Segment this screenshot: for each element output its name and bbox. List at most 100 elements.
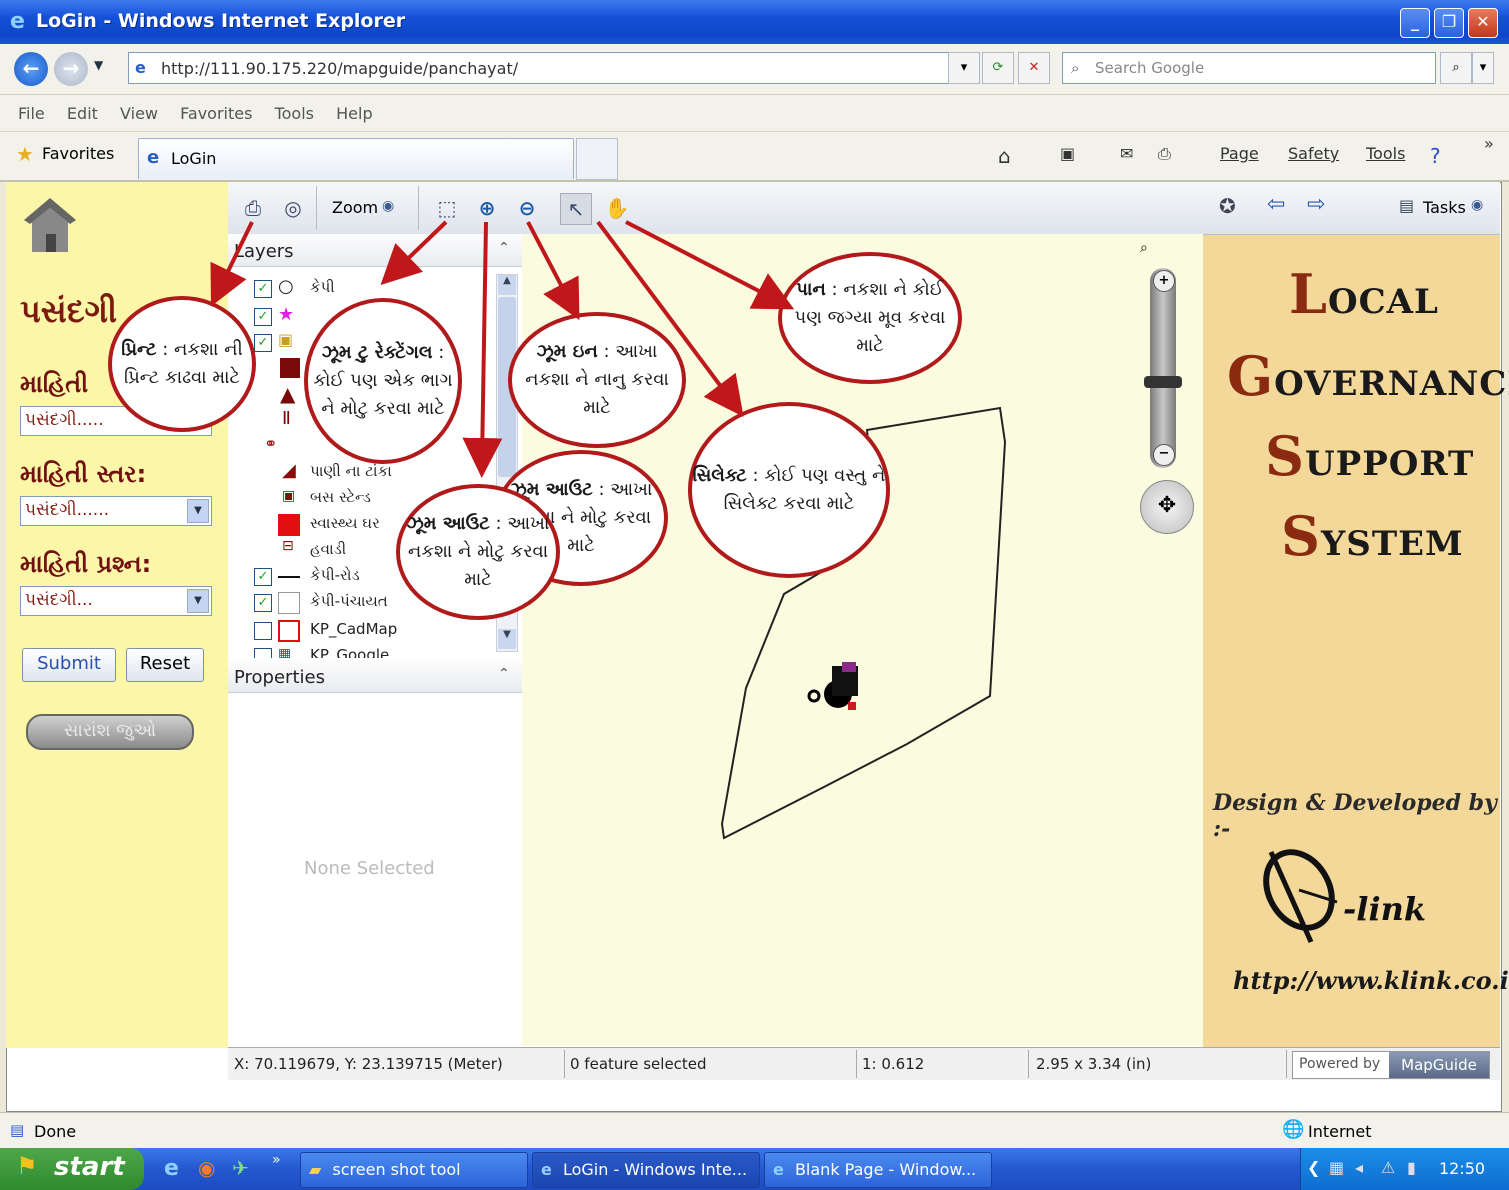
ie-quicklaunch-icon[interactable]: e <box>164 1156 179 1181</box>
chevron-down-icon[interactable]: ▼ <box>187 589 209 613</box>
restore-button[interactable]: ❐ <box>1434 8 1464 38</box>
search-button[interactable]: ⌕ <box>1440 52 1472 84</box>
zoom-menu[interactable]: Zoom <box>332 198 378 217</box>
layer-checkbox[interactable] <box>254 648 272 658</box>
zoom-minus-icon[interactable]: − <box>1153 444 1175 466</box>
info-query-select[interactable]: પસંદગી... ▼ <box>20 586 212 616</box>
zoom-dropdown-icon[interactable]: ◉ <box>382 198 394 214</box>
submit-button[interactable]: Submit <box>22 648 116 682</box>
zoom-plus-icon[interactable]: + <box>1153 270 1175 292</box>
zoom-thumb[interactable] <box>1144 376 1182 388</box>
layer-label: બસ સ્ટેન્ડ <box>310 488 371 506</box>
firefox-quicklaunch-icon[interactable]: ◉ <box>198 1156 215 1180</box>
zoom-track[interactable] <box>1150 268 1176 468</box>
target-icon[interactable]: ◎ <box>278 193 308 223</box>
page-menu[interactable]: Page <box>1220 144 1259 163</box>
menu-favorites[interactable]: Favorites <box>180 104 252 123</box>
security-icon[interactable]: ⚠ <box>1381 1158 1395 1177</box>
summary-button[interactable]: સારાંશ જુઓ <box>26 714 194 750</box>
klink-url[interactable]: http://www.klink.co.in <box>1233 966 1509 995</box>
layer-checkbox[interactable] <box>254 622 272 640</box>
usb-icon[interactable]: ▮ <box>1407 1158 1416 1177</box>
collapse-icon[interactable]: ⌃ <box>498 666 510 682</box>
menu-help[interactable]: Help <box>336 104 372 123</box>
search-icon[interactable]: ⌕ <box>1140 240 1148 256</box>
print-icon[interactable]: ⎙ <box>1158 144 1171 164</box>
tasks-dropdown-icon[interactable]: ◉ <box>1471 197 1483 213</box>
taskbar-item-screenshot[interactable]: ▰ screen shot tool <box>300 1152 528 1188</box>
new-tab-button[interactable] <box>576 138 618 180</box>
layer-row[interactable]: KP_CadMap <box>254 618 494 644</box>
layer-checkbox[interactable]: ✓ <box>254 568 272 586</box>
favorites-button[interactable]: Favorites <box>42 144 114 163</box>
start-label: start <box>54 1152 125 1182</box>
chevron-more-icon[interactable]: » <box>1484 134 1494 153</box>
zoom-out-icon[interactable]: ⊖ <box>512 193 542 223</box>
layer-row[interactable]: ◢ પાણી ના ટાંકા <box>254 460 494 486</box>
search-options-button[interactable]: ▾ <box>1472 52 1494 84</box>
forward-arrow-icon[interactable]: ⇨ <box>1307 192 1325 217</box>
zoom-in-icon[interactable]: ⊕ <box>472 193 502 223</box>
zoom-slider[interactable]: ⌕ + − ✥ <box>1136 240 1194 536</box>
layer-checkbox[interactable]: ✓ <box>254 334 272 352</box>
back-arrow-icon[interactable]: ⇦ <box>1267 192 1285 217</box>
address-dropdown-button[interactable]: ▾ <box>948 52 980 84</box>
clock[interactable]: 12:50 <box>1439 1159 1485 1178</box>
stop-button[interactable]: ✕ <box>1018 52 1050 84</box>
taskbar-item-label: LoGin - Windows Inte... <box>562 1160 748 1179</box>
history-dropdown-icon[interactable]: ▼ <box>94 58 103 72</box>
layer-symbol <box>280 358 300 378</box>
pan-hand-icon[interactable]: ✋ <box>602 193 632 223</box>
browser-tab[interactable]: e LoGin <box>138 138 574 179</box>
address-url: http://111.90.175.220/mapguide/panchayat… <box>161 59 519 78</box>
minimize-button[interactable]: _ <box>1400 8 1430 38</box>
pan-arrows-icon[interactable]: ✥ <box>1140 480 1194 534</box>
taskbar-item-login[interactable]: e LoGin - Windows Inte... <box>532 1152 760 1188</box>
tray-expand-icon[interactable]: ❮ <box>1307 1158 1320 1177</box>
menu-view[interactable]: View <box>120 104 158 123</box>
help-icon[interactable]: ? <box>1430 144 1441 168</box>
scroll-down-icon[interactable]: ▼ <box>498 629 516 649</box>
menu-tools[interactable]: Tools <box>275 104 314 123</box>
print-tool-icon[interactable]: ⎙ <box>238 193 268 223</box>
home-icon[interactable]: ⌂ <box>998 144 1011 168</box>
forward-button[interactable]: → <box>54 52 88 86</box>
address-input[interactable]: e http://111.90.175.220/mapguide/panchay… <box>128 52 975 84</box>
safety-menu[interactable]: Safety <box>1288 144 1339 163</box>
refresh-button[interactable]: ⟳ <box>982 52 1014 84</box>
reset-button[interactable]: Reset <box>126 648 204 682</box>
info-layer-select[interactable]: પસંદગી...... ▼ <box>20 496 212 526</box>
start-button[interactable]: ⚑ start <box>0 1148 144 1190</box>
map-scale: 1: 0.612 <box>862 1055 925 1073</box>
menu-file[interactable]: File <box>18 104 45 123</box>
close-button[interactable]: ✕ <box>1468 8 1498 38</box>
quicklaunch-more-icon[interactable]: » <box>272 1152 281 1168</box>
chevron-down-icon[interactable]: ▼ <box>187 499 209 523</box>
folder-icon: ▰ <box>309 1160 322 1179</box>
select-pointer-icon[interactable]: ↖ <box>560 193 592 225</box>
tools-menu[interactable]: Tools <box>1366 144 1405 163</box>
tasks-menu[interactable]: Tasks <box>1423 198 1466 217</box>
volume-icon[interactable]: ◂ <box>1355 1158 1363 1177</box>
map-view[interactable]: ઝૂમ આઉટ : આખા નકશા ને મોટુ કરવા માટે ઝૂમ… <box>494 234 1203 1046</box>
scroll-up-icon[interactable]: ▲ <box>498 275 516 295</box>
feeds-icon[interactable]: ▣ <box>1060 144 1075 163</box>
search-input[interactable]: ⌕ Search Google <box>1062 52 1436 84</box>
back-button[interactable]: ← <box>14 52 48 86</box>
app-quicklaunch-icon[interactable]: ✈ <box>232 1156 249 1180</box>
network-icon[interactable]: ▦ <box>1329 1158 1344 1177</box>
powered-by-badge[interactable]: Powered by MapGuide <box>1292 1051 1490 1079</box>
layer-row[interactable]: ▦ KP_Google <box>254 644 494 658</box>
layer-checkbox[interactable]: ✓ <box>254 308 272 326</box>
zoom-rectangle-icon[interactable]: ⬚ <box>432 193 462 223</box>
toolbar-divider <box>418 186 419 230</box>
mail-icon[interactable]: ✉ <box>1120 144 1133 163</box>
tab-ie-icon: e <box>147 147 160 168</box>
collapse-icon[interactable]: ⌃ <box>498 240 510 256</box>
map-icon[interactable]: ✪ <box>1219 194 1236 218</box>
home-house-icon[interactable] <box>22 194 78 258</box>
taskbar-item-blank[interactable]: e Blank Page - Window... <box>764 1152 992 1188</box>
layer-checkbox[interactable]: ✓ <box>254 280 272 298</box>
menu-edit[interactable]: Edit <box>67 104 98 123</box>
layer-checkbox[interactable]: ✓ <box>254 594 272 612</box>
